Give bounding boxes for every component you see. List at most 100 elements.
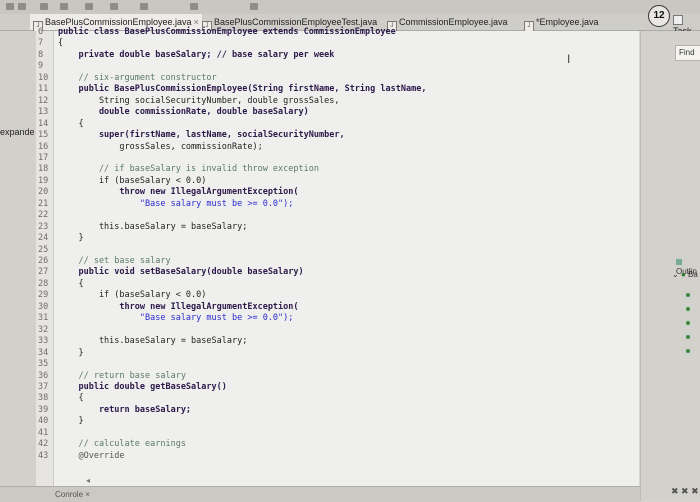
tab-count-badge[interactable]: 12: [648, 5, 670, 27]
line-number: 13: [38, 107, 49, 118]
line-number: 27: [38, 267, 49, 278]
line-number: 39: [38, 404, 49, 415]
tab-employee[interactable]: J *Employee.java: [524, 14, 599, 32]
code-line[interactable]: String socialSecurityNumber, double gros…: [58, 96, 340, 106]
tab-label: CommissionEmployee.java: [399, 17, 508, 27]
line-number: 9: [38, 61, 44, 72]
close-icon[interactable]: ×: [85, 490, 90, 499]
line-number: 21: [38, 198, 49, 209]
code-line[interactable]: {: [58, 119, 83, 129]
code-line[interactable]: public void setBaseSalary(double baseSal…: [58, 267, 303, 277]
toolbar-icon[interactable]: [60, 3, 68, 10]
code-line[interactable]: "Base salary must be >= 0.0");: [58, 313, 294, 323]
console-tab-label: Conrole: [55, 490, 84, 499]
code-line[interactable]: grossSales, commissionRate);: [58, 142, 262, 152]
code-line[interactable]: // calculate earnings: [58, 439, 185, 449]
outline-item-label: Ba: [688, 270, 698, 279]
code-line[interactable]: this.baseSalary = baseSalary;: [58, 336, 247, 346]
code-line[interactable]: }: [58, 348, 83, 358]
line-number: 43: [38, 450, 49, 461]
code-line[interactable]: throw new IllegalArgumentException(: [58, 302, 298, 312]
line-number: 12: [38, 95, 49, 106]
line-number: 23: [38, 221, 49, 232]
find-field[interactable]: Find: [675, 45, 700, 61]
toolbar-icon[interactable]: [110, 3, 118, 10]
code-line[interactable]: this.baseSalary = baseSalary;: [58, 222, 247, 232]
line-number: 14: [38, 118, 49, 129]
code-line[interactable]: if (baseSalary < 0.0): [58, 176, 206, 186]
code-line[interactable]: @Override: [58, 451, 124, 461]
line-number: 32: [38, 324, 49, 335]
outline-icon: [676, 259, 682, 265]
bottom-panel-bar: [0, 486, 640, 502]
code-line[interactable]: // return base salary: [58, 371, 185, 381]
line-number: 18: [38, 164, 49, 175]
code-line[interactable]: {: [58, 393, 83, 403]
line-number: 28: [38, 278, 49, 289]
outline-item[interactable]: ⌄ ● Ba: [672, 270, 698, 279]
code-line[interactable]: private double baseSalary; // base salar…: [58, 50, 334, 60]
task-icon: [673, 15, 683, 25]
scroll-left-icon[interactable]: ◂: [86, 476, 90, 485]
line-number: 36: [38, 370, 49, 381]
line-number: 38: [38, 393, 49, 404]
code-line[interactable]: }: [58, 416, 83, 426]
tab-commissionemployee[interactable]: J CommissionEmployee.java: [387, 14, 508, 32]
toolbar-icon[interactable]: [85, 3, 93, 10]
code-line[interactable]: public class BasePlusCommissionEmployee …: [58, 27, 396, 37]
toolbar-icon[interactable]: [250, 3, 258, 10]
toolbar-icon[interactable]: [40, 3, 48, 10]
code-line[interactable]: // six-argument constructor: [58, 73, 216, 83]
toolbar-icon[interactable]: [18, 3, 26, 10]
console-tab[interactable]: Conrole ×: [55, 490, 90, 499]
outline-method-icon[interactable]: [686, 307, 690, 311]
code-line[interactable]: super(firstName, lastName, socialSecurit…: [58, 130, 345, 140]
line-number: 22: [38, 210, 49, 221]
line-number: 34: [38, 347, 49, 358]
line-number: 6: [38, 27, 44, 37]
line-number: 29: [38, 290, 49, 301]
toolbar-icon[interactable]: [6, 3, 14, 10]
tab-label: *Employee.java: [536, 17, 599, 27]
close-icon[interactable]: ×: [194, 17, 199, 27]
line-number: 10: [38, 72, 49, 83]
line-number: 35: [38, 359, 49, 370]
class-icon: ●: [680, 270, 686, 279]
code-line[interactable]: public BasePlusCommissionEmployee(String…: [58, 84, 426, 94]
line-number: 41: [38, 427, 49, 438]
line-number: 33: [38, 336, 49, 347]
code-line[interactable]: // set base salary: [58, 256, 170, 266]
code-line[interactable]: "Base salary must be >= 0.0");: [58, 199, 294, 209]
line-number: 40: [38, 416, 49, 427]
code-line[interactable]: if (baseSalary < 0.0): [58, 290, 206, 300]
line-number: 37: [38, 381, 49, 392]
line-number: 7: [38, 38, 44, 49]
toolbar-icon[interactable]: [190, 3, 198, 10]
line-number: 31: [38, 313, 49, 324]
code-line[interactable]: // if baseSalary is invalid throw except…: [58, 164, 319, 174]
line-number: 16: [38, 141, 49, 152]
line-number: 24: [38, 233, 49, 244]
outline-method-icon[interactable]: [686, 321, 690, 325]
code-line[interactable]: throw new IllegalArgumentException(: [58, 187, 298, 197]
code-line[interactable]: {: [58, 279, 83, 289]
text-cursor-icon: I: [567, 52, 571, 66]
code-line[interactable]: {: [58, 38, 63, 48]
line-number: 17: [38, 152, 49, 163]
left-panel-edge: [0, 31, 36, 501]
line-number: 30: [38, 301, 49, 312]
line-number: 8: [38, 49, 44, 60]
tab-label: BasePlusCommissionEmployee.java: [45, 17, 192, 27]
tab-label: BasePlusCommissionEmployeeTest.java: [214, 17, 378, 27]
outline-method-icon[interactable]: [686, 335, 690, 339]
outline-method-icon[interactable]: [686, 349, 690, 353]
code-line[interactable]: return baseSalary;: [58, 405, 191, 415]
expand-label[interactable]: expande: [0, 127, 35, 137]
code-line[interactable]: }: [58, 233, 83, 243]
code-line[interactable]: public double getBaseSalary(): [58, 382, 226, 392]
code-line[interactable]: double commissionRate, double baseSalary…: [58, 107, 309, 117]
line-number: 26: [38, 256, 49, 266]
outline-method-icon[interactable]: [686, 293, 690, 297]
toolbar-icon[interactable]: [140, 3, 148, 10]
console-toolbar[interactable]: ✖ ✖ ✖: [671, 486, 699, 497]
